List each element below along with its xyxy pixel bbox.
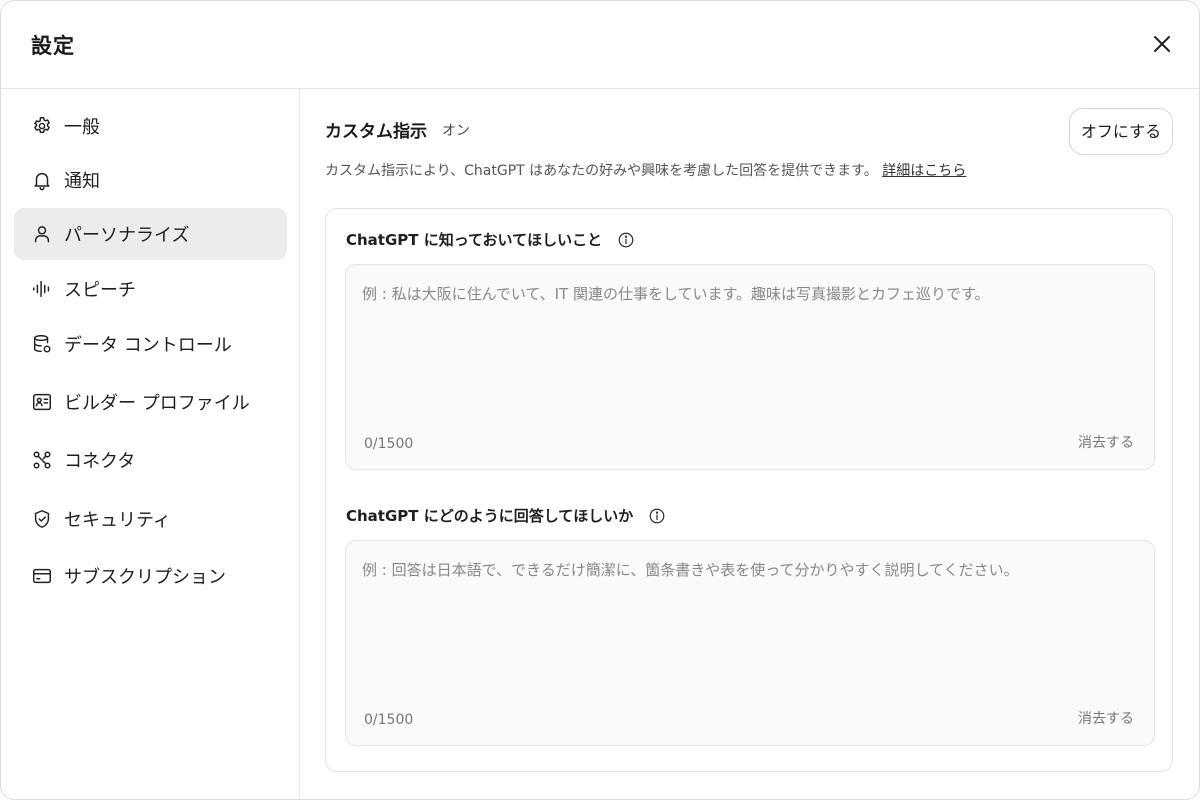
dialog-header: 設定 xyxy=(1,1,1199,89)
main-panel: カスタム指示 オン オフにする カスタム指示により、ChatGPT はあなたの好… xyxy=(301,89,1199,799)
description-text: カスタム指示により、ChatGPT はあなたの好みや興味を考慮した回答を提供でき… xyxy=(325,163,878,179)
details-link[interactable]: 詳細はこちら xyxy=(882,163,966,179)
field-header: ChatGPT に知っておいてほしいこと xyxy=(346,229,635,253)
sidebar-nav: 一般 通知 パーソナライズ スピーチ データ コントロール ビルダー プロファイ… xyxy=(1,89,300,799)
dialog-title: 設定 xyxy=(31,34,75,58)
close-icon xyxy=(1154,36,1170,52)
field-label-response-style: ChatGPT にどのように回答してほしいか xyxy=(346,507,634,525)
sidebar-item-label: コネクタ xyxy=(64,451,136,472)
sidebar-item-label: セキュリティ xyxy=(64,510,171,531)
sidebar-item-notifications[interactable]: 通知 xyxy=(14,154,287,206)
sidebar-item-label: パーソナライズ xyxy=(64,225,190,246)
sidebar-item-label: データ コントロール xyxy=(64,335,232,356)
section-title: カスタム指示 xyxy=(325,122,427,142)
response-style-field: 0/1500 消去する xyxy=(345,540,1155,746)
response-style-input[interactable] xyxy=(346,541,1154,701)
credit-card-icon xyxy=(31,565,53,587)
sidebar-item-data-controls[interactable]: データ コントロール xyxy=(14,318,287,370)
status-badge: オン xyxy=(442,123,470,139)
about-user-input[interactable] xyxy=(346,265,1154,425)
sidebar-item-speech[interactable]: スピーチ xyxy=(14,263,287,315)
gear-icon xyxy=(31,115,53,137)
shield-icon xyxy=(31,508,53,530)
clear-button[interactable]: 消去する xyxy=(1078,708,1134,728)
turn-off-button[interactable]: オフにする xyxy=(1069,108,1173,155)
person-icon xyxy=(31,223,53,245)
custom-instructions-card: ChatGPT に知っておいてほしいこと 0/1500 消去する ChatGPT… xyxy=(325,208,1173,772)
character-counter: 0/1500 xyxy=(364,712,414,728)
connector-icon xyxy=(31,449,53,471)
sidebar-item-label: 一般 xyxy=(64,117,100,138)
id-card-icon xyxy=(31,391,53,413)
field-label-about-user: ChatGPT に知っておいてほしいこと xyxy=(346,231,603,249)
character-counter: 0/1500 xyxy=(364,436,414,452)
section-description: カスタム指示により、ChatGPT はあなたの好みや興味を考慮した回答を提供でき… xyxy=(325,160,966,180)
sidebar-item-connectors[interactable]: コネクタ xyxy=(14,434,287,486)
sidebar-item-subscription[interactable]: サブスクリプション xyxy=(14,550,287,602)
sidebar-item-personalize[interactable]: パーソナライズ xyxy=(14,208,287,260)
clear-button[interactable]: 消去する xyxy=(1078,432,1134,452)
info-icon[interactable] xyxy=(617,231,635,249)
sidebar-item-label: スピーチ xyxy=(64,280,136,301)
sidebar-item-builder-profile[interactable]: ビルダー プロファイル xyxy=(14,376,287,428)
database-icon xyxy=(31,333,53,355)
field-header: ChatGPT にどのように回答してほしいか xyxy=(346,505,666,529)
settings-dialog: 設定 一般 通知 パーソナライズ スピーチ データ コントロール ビルダー プロ… xyxy=(0,0,1200,800)
sidebar-item-general[interactable]: 一般 xyxy=(14,100,287,152)
sidebar-item-label: サブスクリプション xyxy=(64,567,226,588)
about-user-field: 0/1500 消去する xyxy=(345,264,1155,470)
sidebar-item-security[interactable]: セキュリティ xyxy=(14,493,287,545)
close-button[interactable] xyxy=(1147,29,1177,59)
info-icon[interactable] xyxy=(648,507,666,525)
waveform-icon xyxy=(31,278,53,300)
sidebar-item-label: 通知 xyxy=(64,171,100,192)
sidebar-item-label: ビルダー プロファイル xyxy=(64,393,250,414)
bell-icon xyxy=(31,169,53,191)
